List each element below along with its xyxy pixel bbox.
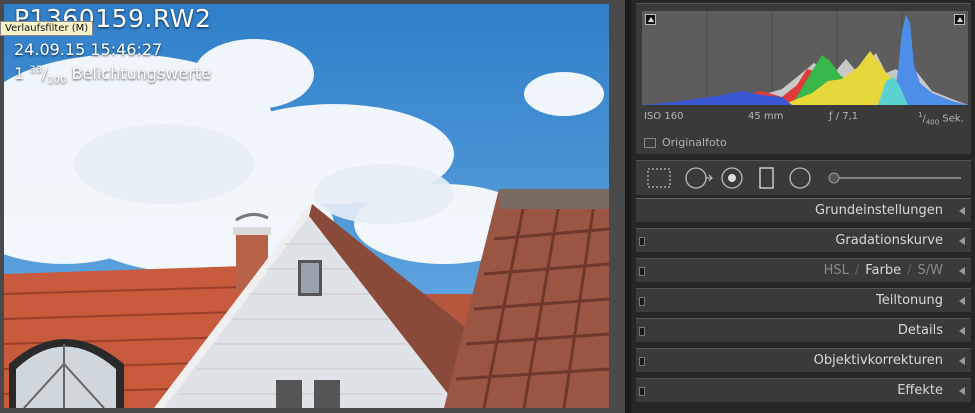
highlight-clipping-toggle[interactable] [954,14,965,25]
collapse-arrow-icon [959,327,965,335]
section-toggle[interactable] [639,357,645,366]
section-details-label: Details [897,323,943,338]
histogram[interactable] [642,11,968,105]
section-basic-label: Grundeinstellungen [814,203,943,218]
collapse-arrow-icon [959,297,965,305]
tool-strip [636,160,971,195]
develop-panel: ISO 160 45 mm ƒ / 7,1 1/400 Sek. Origina… [631,0,975,413]
adjustment-brush-tool-icon[interactable] [828,172,961,184]
exposure-whole: 1 [14,64,25,83]
exposure-denominator: 100 [47,75,67,87]
exif-iso: ISO 160 [644,111,684,122]
collapse-arrow-icon [959,207,965,215]
collapse-arrow-icon [959,237,965,245]
tab-separator: / [907,263,912,278]
section-tone-curve-label: Gradationskurve [835,233,943,248]
radial-filter-tool-icon[interactable] [789,167,811,189]
histogram-panel: ISO 160 45 mm ƒ / 7,1 1/400 Sek. Origina… [636,3,971,154]
section-toggle[interactable] [639,327,645,336]
section-hsl-color-bw[interactable]: HSL / Farbe / S/W [636,258,971,282]
exposure-numerator: 33 [29,64,43,76]
shadow-clipping-toggle[interactable] [645,14,656,25]
photo-exposure: 1 33/100 Belichtungswerte [14,64,211,87]
section-split-toning[interactable]: Teiltonung [636,288,971,312]
shutter-unit: Sek. [942,113,964,125]
section-lens-corrections-label: Objektivkorrekturen [813,353,943,368]
section-effects-label: Effekte [897,383,943,398]
tab-hsl[interactable]: HSL [824,263,849,278]
crop-tool-icon[interactable] [647,168,671,188]
collapse-arrow-icon [959,387,965,395]
collapse-arrow-icon [959,357,965,365]
checkbox-icon [644,137,656,148]
exif-aperture: ƒ / 7,1 [829,111,859,122]
tab-color[interactable]: Farbe [865,263,901,278]
section-effects[interactable]: Effekte [636,378,971,402]
original-photo-label: Originalfoto [662,136,727,149]
spot-removal-tool-icon[interactable] [685,167,713,189]
section-toggle[interactable] [639,267,645,276]
tab-bw[interactable]: S/W [918,263,944,278]
tooltip-graduated-filter: Verlaufsfilter (M) [0,21,94,36]
collapse-arrow-icon [959,267,965,275]
section-lens-corrections[interactable]: Objektivkorrekturen [636,348,971,372]
section-split-toning-label: Teiltonung [876,293,943,308]
section-toggle[interactable] [639,237,645,246]
exif-focal-length: 45 mm [748,111,784,122]
exif-shutter: 1/400 Sek. [918,111,964,127]
section-details[interactable]: Details [636,318,971,342]
shutter-denominator: 400 [925,118,940,127]
section-basic[interactable]: Grundeinstellungen [636,198,971,222]
section-toggle[interactable] [639,297,645,306]
section-toggle[interactable] [639,387,645,396]
photo-datetime: 24.09.15 15:46:27 [14,40,163,59]
section-tone-curve[interactable]: Gradationskurve [636,228,971,252]
shutter-numerator: 1 [918,111,923,119]
red-eye-tool-icon[interactable] [721,167,743,189]
graduated-filter-tool-icon[interactable] [759,167,774,189]
tab-separator: / [854,263,860,278]
section-hsl-label-group: HSL / Farbe / S/W [824,263,943,278]
original-photo-toggle[interactable]: Originalfoto [644,136,727,149]
exposure-label: Belichtungswerte [71,64,211,83]
photo-viewer[interactable]: P1360159.RW2 24.09.15 15:46:27 1 33/100 … [0,0,625,413]
